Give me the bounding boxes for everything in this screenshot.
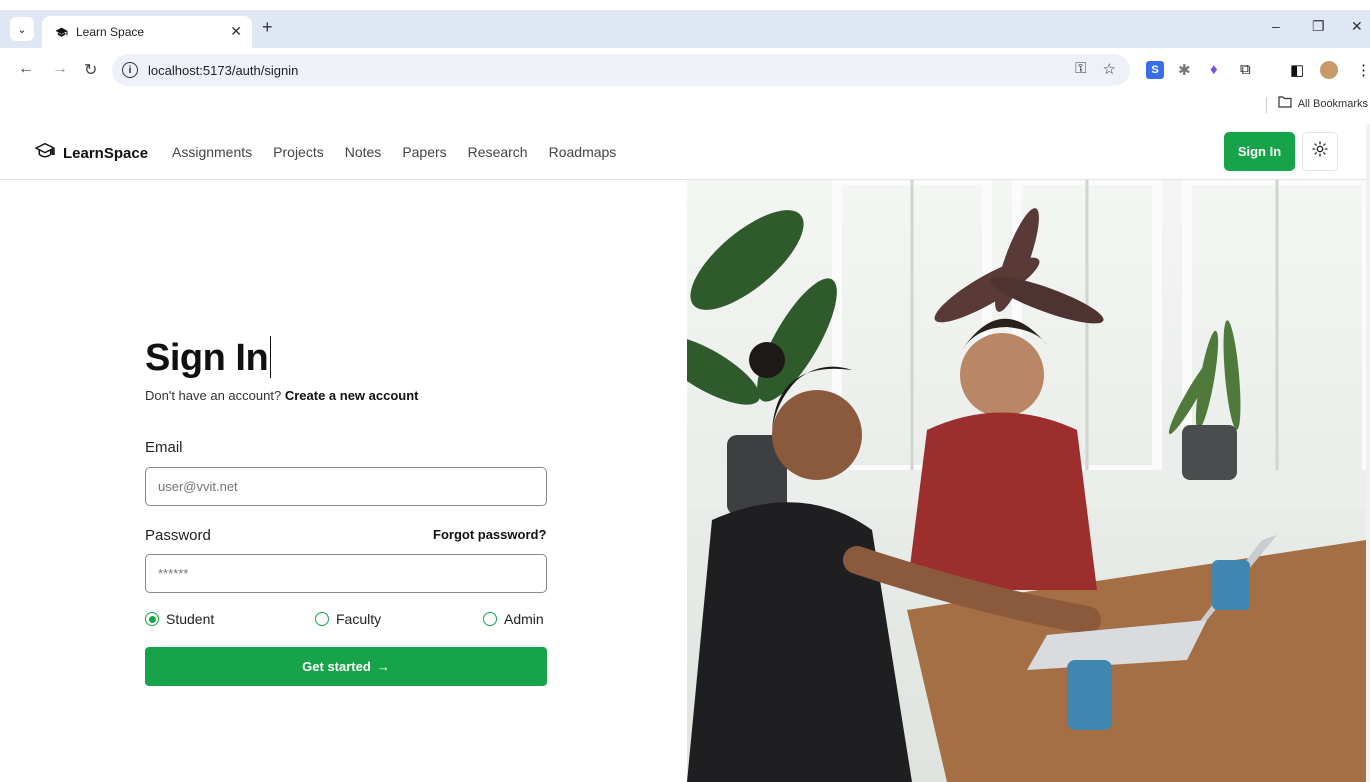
forward-icon[interactable]: → <box>52 60 68 78</box>
brand-name: LearnSpace <box>63 145 149 162</box>
nav-link-research[interactable]: Research <box>468 144 528 160</box>
nav-link-papers[interactable]: Papers <box>402 144 446 160</box>
hero-photo <box>687 180 1366 782</box>
extensions-puzzle-icon[interactable]: ⧉ <box>1240 61 1251 78</box>
profile-avatar[interactable] <box>1320 61 1338 79</box>
sun-icon <box>1312 141 1328 162</box>
browser-tab-bar: ⌄ Learn Space ✕ + – ❐ ✕ <box>0 10 1370 48</box>
password-key-icon[interactable]: ⚿ <box>1075 60 1086 78</box>
tab-title: Learn Space <box>76 25 145 39</box>
graduation-cap-favicon-icon <box>54 25 68 39</box>
menu-kebab-icon[interactable]: ⋮ <box>1356 61 1370 79</box>
minimize-icon[interactable]: – <box>1272 18 1280 34</box>
graduation-cap-icon <box>35 142 55 165</box>
email-label: Email <box>145 439 183 456</box>
radio-unselected-icon <box>483 612 497 626</box>
extension-flame-icon[interactable]: ♦ <box>1210 61 1218 78</box>
side-panel-icon[interactable]: ◧ <box>1290 61 1304 79</box>
signin-nav-button[interactable]: Sign In <box>1224 132 1295 171</box>
page-title: Sign In <box>145 336 272 380</box>
get-started-label: Get started <box>302 659 371 674</box>
url-field[interactable]: i localhost:5173/auth/signin ⚿ ☆ <box>112 54 1130 86</box>
role-label-faculty: Faculty <box>336 611 382 627</box>
role-label-student: Student <box>166 611 215 627</box>
role-radio-student[interactable]: Student <box>145 611 214 627</box>
nav-link-assignments[interactable]: Assignments <box>172 144 252 160</box>
all-bookmarks[interactable]: All Bookmarks <box>1278 96 1368 111</box>
hero-photo-illustration <box>687 180 1366 782</box>
tab-close-icon[interactable]: ✕ <box>230 23 242 40</box>
password-field[interactable] <box>145 554 547 593</box>
nav-link-roadmaps[interactable]: Roadmaps <box>549 144 617 160</box>
tab-list-chevron-icon[interactable]: ⌄ <box>10 17 34 41</box>
browser-tab[interactable]: Learn Space ✕ <box>42 16 252 48</box>
radio-selected-icon <box>145 612 159 626</box>
close-window-icon[interactable]: ✕ <box>1351 18 1363 35</box>
signup-prompt: Don't have an account? Create a new acco… <box>145 388 418 403</box>
site-info-icon[interactable]: i <box>122 62 138 78</box>
email-field[interactable] <box>145 467 547 506</box>
get-started-button[interactable]: Get started → <box>145 647 547 686</box>
signup-prompt-text: Don't have an account? <box>145 388 282 403</box>
extension-s-icon[interactable]: S <box>1146 61 1164 79</box>
reload-icon[interactable]: ↻ <box>84 60 97 80</box>
role-radio-faculty[interactable]: Faculty <box>315 611 381 627</box>
nav-link-notes[interactable]: Notes <box>345 144 382 160</box>
all-bookmarks-label: All Bookmarks <box>1297 97 1368 110</box>
role-label-admin: Admin <box>504 611 544 627</box>
page-scrollbar[interactable] <box>1366 124 1370 782</box>
password-label: Password <box>145 527 211 544</box>
radio-unselected-icon <box>315 612 329 626</box>
theme-toggle-button[interactable] <box>1302 132 1338 171</box>
bookmark-star-icon[interactable]: ☆ <box>1103 60 1116 78</box>
arrow-right-icon: → <box>376 659 390 674</box>
forgot-password-link[interactable]: Forgot password? <box>433 527 546 542</box>
back-icon[interactable]: ← <box>18 60 34 78</box>
nav-links: Assignments Projects Notes Papers Resear… <box>172 144 616 160</box>
address-bar-row: ← → ↻ i localhost:5173/auth/signin ⚿ ☆ S… <box>0 48 1370 92</box>
bookmarks-separator <box>1266 97 1267 113</box>
role-radio-admin[interactable]: Admin <box>483 611 544 627</box>
new-tab-icon[interactable]: + <box>262 17 273 38</box>
nav-link-projects[interactable]: Projects <box>273 144 324 160</box>
url-text: localhost:5173/auth/signin <box>148 62 299 78</box>
brand-logo[interactable]: LearnSpace <box>35 142 148 165</box>
app-navbar: LearnSpace Assignments Projects Notes Pa… <box>0 124 1366 180</box>
folder-icon <box>1278 96 1292 111</box>
create-account-link[interactable]: Create a new account <box>285 388 419 403</box>
restore-icon[interactable]: ❐ <box>1312 18 1325 35</box>
extension-bug-icon[interactable]: ✱ <box>1178 61 1191 79</box>
